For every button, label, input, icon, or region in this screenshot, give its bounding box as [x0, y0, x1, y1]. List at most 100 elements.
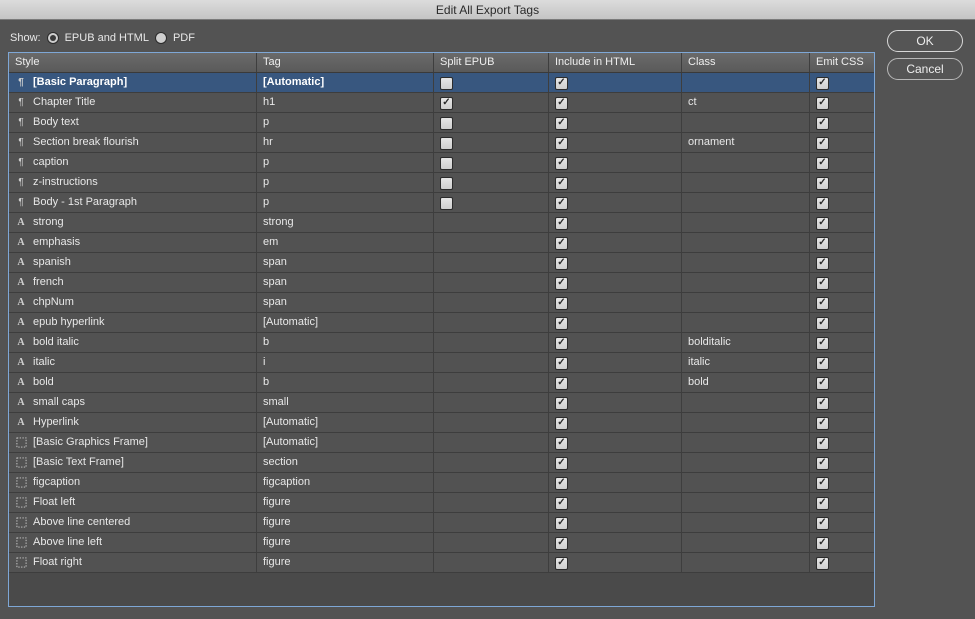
class-cell[interactable]: [682, 553, 810, 572]
emit-css-checkbox[interactable]: [816, 357, 829, 370]
emit-css-checkbox[interactable]: [816, 337, 829, 350]
column-header-style[interactable]: Style: [9, 53, 257, 72]
class-cell[interactable]: [682, 533, 810, 552]
table-row[interactable]: italiciitalic: [9, 353, 874, 373]
table-row[interactable]: small capssmall: [9, 393, 874, 413]
style-cell[interactable]: Above line centered: [9, 513, 257, 532]
class-cell[interactable]: [682, 273, 810, 292]
radio-epub-html[interactable]: [47, 32, 59, 44]
emit-css-checkbox[interactable]: [816, 297, 829, 310]
class-cell[interactable]: [682, 413, 810, 432]
table-row[interactable]: Float leftfigure: [9, 493, 874, 513]
emit-css-checkbox[interactable]: [816, 257, 829, 270]
tag-cell[interactable]: figure: [257, 533, 434, 552]
include-html-checkbox[interactable]: [555, 297, 568, 310]
style-cell[interactable]: [Basic Graphics Frame]: [9, 433, 257, 452]
include-html-checkbox[interactable]: [555, 517, 568, 530]
style-cell[interactable]: Float left: [9, 493, 257, 512]
include-html-checkbox[interactable]: [555, 97, 568, 110]
style-cell[interactable]: chpNum: [9, 293, 257, 312]
style-cell[interactable]: Float right: [9, 553, 257, 572]
class-cell[interactable]: [682, 493, 810, 512]
split-epub-checkbox[interactable]: [440, 77, 453, 90]
class-cell[interactable]: [682, 213, 810, 232]
include-html-checkbox[interactable]: [555, 257, 568, 270]
include-html-checkbox[interactable]: [555, 157, 568, 170]
include-html-checkbox[interactable]: [555, 197, 568, 210]
include-html-checkbox[interactable]: [555, 477, 568, 490]
style-cell[interactable]: italic: [9, 353, 257, 372]
emit-css-checkbox[interactable]: [816, 137, 829, 150]
class-cell[interactable]: [682, 253, 810, 272]
table-row[interactable]: z-instructionsp: [9, 173, 874, 193]
include-html-checkbox[interactable]: [555, 457, 568, 470]
include-html-checkbox[interactable]: [555, 377, 568, 390]
class-cell[interactable]: [682, 433, 810, 452]
class-cell[interactable]: bold: [682, 373, 810, 392]
style-cell[interactable]: bold: [9, 373, 257, 392]
class-cell[interactable]: [682, 513, 810, 532]
emit-css-checkbox[interactable]: [816, 177, 829, 190]
tag-cell[interactable]: i: [257, 353, 434, 372]
column-header-tag[interactable]: Tag: [257, 53, 434, 72]
table-row[interactable]: spanishspan: [9, 253, 874, 273]
tag-cell[interactable]: p: [257, 173, 434, 192]
tag-cell[interactable]: [Automatic]: [257, 73, 434, 92]
tag-cell[interactable]: span: [257, 253, 434, 272]
class-cell[interactable]: [682, 173, 810, 192]
tag-cell[interactable]: figure: [257, 513, 434, 532]
column-header-split-epub[interactable]: Split EPUB: [434, 53, 549, 72]
table-row[interactable]: boldbbold: [9, 373, 874, 393]
table-row[interactable]: Above line leftfigure: [9, 533, 874, 553]
split-epub-checkbox[interactable]: [440, 197, 453, 210]
column-header-include-html[interactable]: Include in HTML: [549, 53, 682, 72]
tag-cell[interactable]: section: [257, 453, 434, 472]
emit-css-checkbox[interactable]: [816, 477, 829, 490]
style-cell[interactable]: spanish: [9, 253, 257, 272]
class-cell[interactable]: [682, 113, 810, 132]
tag-cell[interactable]: b: [257, 373, 434, 392]
include-html-checkbox[interactable]: [555, 77, 568, 90]
style-cell[interactable]: [Basic Paragraph]: [9, 73, 257, 92]
table-row[interactable]: Float rightfigure: [9, 553, 874, 573]
emit-css-checkbox[interactable]: [816, 517, 829, 530]
emit-css-checkbox[interactable]: [816, 377, 829, 390]
class-cell[interactable]: bolditalic: [682, 333, 810, 352]
tag-cell[interactable]: figcaption: [257, 473, 434, 492]
tag-cell[interactable]: figure: [257, 553, 434, 572]
style-cell[interactable]: [Basic Text Frame]: [9, 453, 257, 472]
table-row[interactable]: [Basic Text Frame]section: [9, 453, 874, 473]
include-html-checkbox[interactable]: [555, 337, 568, 350]
style-cell[interactable]: Body text: [9, 113, 257, 132]
class-cell[interactable]: italic: [682, 353, 810, 372]
emit-css-checkbox[interactable]: [816, 417, 829, 430]
style-cell[interactable]: Above line left: [9, 533, 257, 552]
style-cell[interactable]: small caps: [9, 393, 257, 412]
emit-css-checkbox[interactable]: [816, 437, 829, 450]
style-cell[interactable]: Chapter Title: [9, 93, 257, 112]
column-header-class[interactable]: Class: [682, 53, 810, 72]
column-header-emit-css[interactable]: Emit CSS: [810, 53, 874, 72]
table-row[interactable]: chpNumspan: [9, 293, 874, 313]
include-html-checkbox[interactable]: [555, 217, 568, 230]
radio-pdf[interactable]: [155, 32, 167, 44]
style-cell[interactable]: caption: [9, 153, 257, 172]
style-cell[interactable]: emphasis: [9, 233, 257, 252]
table-row[interactable]: bold italicbbolditalic: [9, 333, 874, 353]
table-row[interactable]: Above line centeredfigure: [9, 513, 874, 533]
class-cell[interactable]: [682, 73, 810, 92]
emit-css-checkbox[interactable]: [816, 217, 829, 230]
emit-css-checkbox[interactable]: [816, 237, 829, 250]
emit-css-checkbox[interactable]: [816, 317, 829, 330]
radio-pdf-label[interactable]: PDF: [173, 32, 195, 44]
tag-cell[interactable]: [Automatic]: [257, 433, 434, 452]
emit-css-checkbox[interactable]: [816, 77, 829, 90]
tag-cell[interactable]: strong: [257, 213, 434, 232]
include-html-checkbox[interactable]: [555, 557, 568, 570]
include-html-checkbox[interactable]: [555, 317, 568, 330]
include-html-checkbox[interactable]: [555, 177, 568, 190]
tag-cell[interactable]: p: [257, 153, 434, 172]
split-epub-checkbox[interactable]: [440, 97, 453, 110]
table-row[interactable]: epub hyperlink[Automatic]: [9, 313, 874, 333]
include-html-checkbox[interactable]: [555, 277, 568, 290]
